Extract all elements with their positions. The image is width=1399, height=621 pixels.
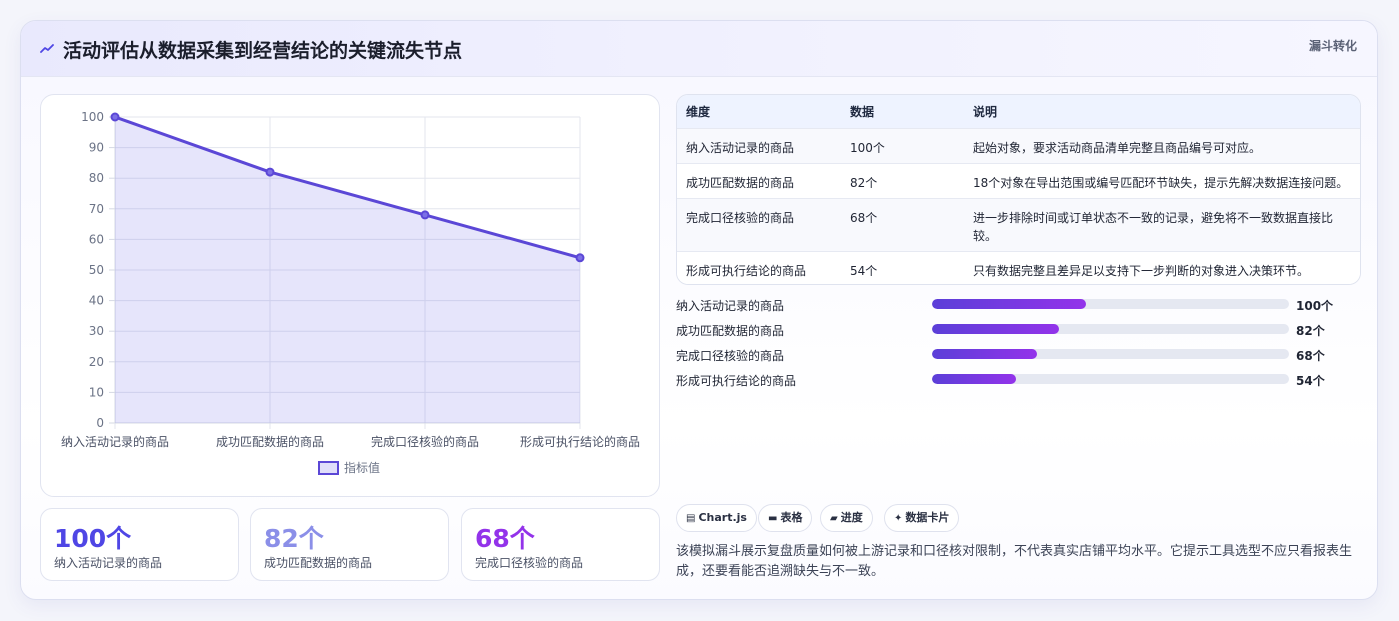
data-point	[265, 167, 275, 177]
y-tick-label: 100	[81, 110, 104, 124]
x-tick-label: 成功匹配数据的商品	[216, 434, 324, 449]
sparkle-icon: ✦	[894, 513, 903, 524]
progress-fill	[932, 324, 1059, 334]
table-header-cell: 维度	[686, 104, 711, 119]
progress-track	[932, 324, 1289, 334]
data-point	[575, 253, 585, 263]
legend-label: 指标值	[344, 460, 380, 475]
x-tick-label: 完成口径核验的商品	[371, 434, 479, 449]
chart-icon: ▤	[686, 513, 696, 524]
y-tick-label: 20	[89, 355, 104, 369]
y-tick-label: 80	[89, 171, 104, 185]
x-tick-label: 纳入活动记录的商品	[61, 434, 169, 449]
stat-label: 完成口径核验的商品	[475, 556, 584, 570]
y-tick-label: 10	[89, 385, 104, 399]
progress-label: 纳入活动记录的商品	[676, 299, 785, 313]
progress-label: 形成可执行结论的商品	[676, 374, 797, 388]
y-tick-label: 90	[89, 141, 104, 155]
stat-value: 68个	[475, 524, 535, 553]
table-cell: 18个对象在导出范围或编号匹配环节缺失，提示先解决数据连接问题。	[964, 162, 1360, 198]
table-cell: 进一步排除时间或订单状态不一致的记录，避免将不一致数据直接比较。	[964, 197, 1360, 251]
table-cell: 起始对象，要求活动商品清单完整且商品编号可对应。	[964, 127, 1360, 163]
table-header-cell: 数据	[850, 104, 875, 119]
progress-list: 纳入活动记录的商品 100个 成功匹配数据的商品 82个 完成口径核验的商品 6…	[676, 295, 1336, 395]
progress-fill	[932, 299, 1086, 309]
y-tick-label: 70	[89, 202, 104, 216]
progress-icon: ▰	[830, 513, 838, 524]
table-cell: 完成口径核验的商品	[677, 197, 841, 251]
x-tick-label: 形成可执行结论的商品	[520, 434, 640, 449]
stat-card: 82个 成功匹配数据的商品	[250, 508, 449, 581]
progress-value: 54个	[1296, 374, 1325, 388]
progress-value: 100个	[1296, 299, 1334, 313]
table-cell: 100个	[841, 127, 964, 163]
stat-card: 100个 纳入活动记录的商品	[40, 508, 239, 581]
stat-label: 纳入活动记录的商品	[54, 556, 163, 570]
data-card-chip[interactable]: ✦ 数据卡片	[884, 504, 960, 532]
y-tick-label: 60	[89, 232, 104, 246]
table-cell: 68个	[841, 197, 964, 251]
funnel-tag: 漏斗转化	[1308, 39, 1357, 53]
table-header-cell: 说明	[973, 104, 998, 119]
table-chip[interactable]: ▬ 表格	[758, 504, 813, 532]
table-cell: 82个	[841, 162, 964, 198]
stat-value: 100个	[54, 524, 132, 553]
progress-value: 82个	[1296, 324, 1325, 338]
progress-row: 完成口径核验的商品 68个	[676, 345, 1336, 370]
table-cell: 成功匹配数据的商品	[677, 162, 841, 198]
progress-value: 68个	[1296, 349, 1325, 363]
y-tick-label: 0	[96, 416, 104, 430]
progress-fill	[932, 349, 1038, 359]
y-tick-label: 40	[89, 294, 104, 308]
progress-track	[932, 349, 1289, 359]
card-header: 活动评估从数据采集到经营结论的关键流失节点 漏斗转化	[21, 21, 1377, 77]
progress-track	[932, 374, 1289, 384]
table-cell: 纳入活动记录的商品	[677, 127, 841, 163]
progress-label: 成功匹配数据的商品	[676, 324, 785, 338]
data-point	[110, 112, 120, 122]
data-table: 维度 数据 说明 纳入活动记录的商品 100个 起始对象，要求活动商品清单完整且…	[676, 94, 1361, 285]
table-cell: 只有数据完整且差异足以支持下一步判断的对象进入决策环节。	[964, 250, 1360, 284]
legend-swatch	[318, 461, 339, 475]
table-row: 形成可执行结论的商品 54个 只有数据完整且差异足以支持下一步判断的对象进入决策…	[677, 250, 1360, 284]
chartjs-chip[interactable]: ▤ Chart.js	[676, 504, 757, 532]
progress-label: 完成口径核验的商品	[676, 349, 785, 363]
page-title: 活动评估从数据采集到经营结论的关键流失节点	[63, 40, 463, 62]
progress-row: 形成可执行结论的商品 54个	[676, 370, 1336, 395]
table-row: 成功匹配数据的商品 82个 18个对象在导出范围或编号匹配环节缺失，提示先解决数…	[677, 162, 1360, 198]
progress-chip[interactable]: ▰ 进度	[820, 504, 873, 532]
table-row: 纳入活动记录的商品 100个 起始对象，要求活动商品清单完整且商品编号可对应。	[677, 127, 1360, 163]
stat-card: 68个 完成口径核验的商品	[461, 508, 660, 581]
table-header-row: 维度 数据 说明	[677, 95, 1360, 128]
chart-panel: 0 10 20 30 40 50 60 70 80 90 100 纳入活动记录的商品 成功匹配数据的商品…	[40, 94, 660, 497]
stat-label: 成功匹配数据的商品	[264, 556, 373, 570]
chip-label: Chart.js	[698, 511, 747, 524]
funnel-area-chart: 0 10 20 30 40 50 60 70 80 90 100 纳入活动记录的商品 成功匹配数据的商品…	[61, 110, 640, 475]
y-tick-label: 30	[89, 324, 104, 338]
table-icon: ▬	[768, 513, 778, 524]
chip-label: 进度	[840, 511, 863, 524]
stat-value: 82个	[264, 524, 324, 553]
progress-fill	[932, 374, 1016, 384]
funnel-card: 活动评估从数据采集到经营结论的关键流失节点 漏斗转化 0 10 20 30 40 50 60…	[20, 20, 1378, 600]
table-row: 完成口径核验的商品 68个 进一步排除时间或订单状态不一致的记录，避免将不一致数…	[677, 197, 1360, 251]
progress-row: 成功匹配数据的商品 82个	[676, 320, 1336, 345]
footnote: 该模拟漏斗展示复盘质量如何被上游记录和口径核对限制，不代表真实店铺平均水平。它提…	[676, 544, 1353, 579]
series-area	[115, 117, 580, 423]
chart-trend-icon	[40, 44, 54, 53]
table-cell: 54个	[841, 250, 964, 284]
progress-track	[932, 299, 1289, 309]
data-point	[420, 210, 430, 220]
progress-row: 纳入活动记录的商品 100个	[676, 295, 1336, 320]
chip-label: 表格	[780, 511, 803, 524]
chip-label: 数据卡片	[905, 511, 950, 524]
y-tick-label: 50	[89, 263, 104, 277]
table-cell: 形成可执行结论的商品	[677, 250, 841, 284]
